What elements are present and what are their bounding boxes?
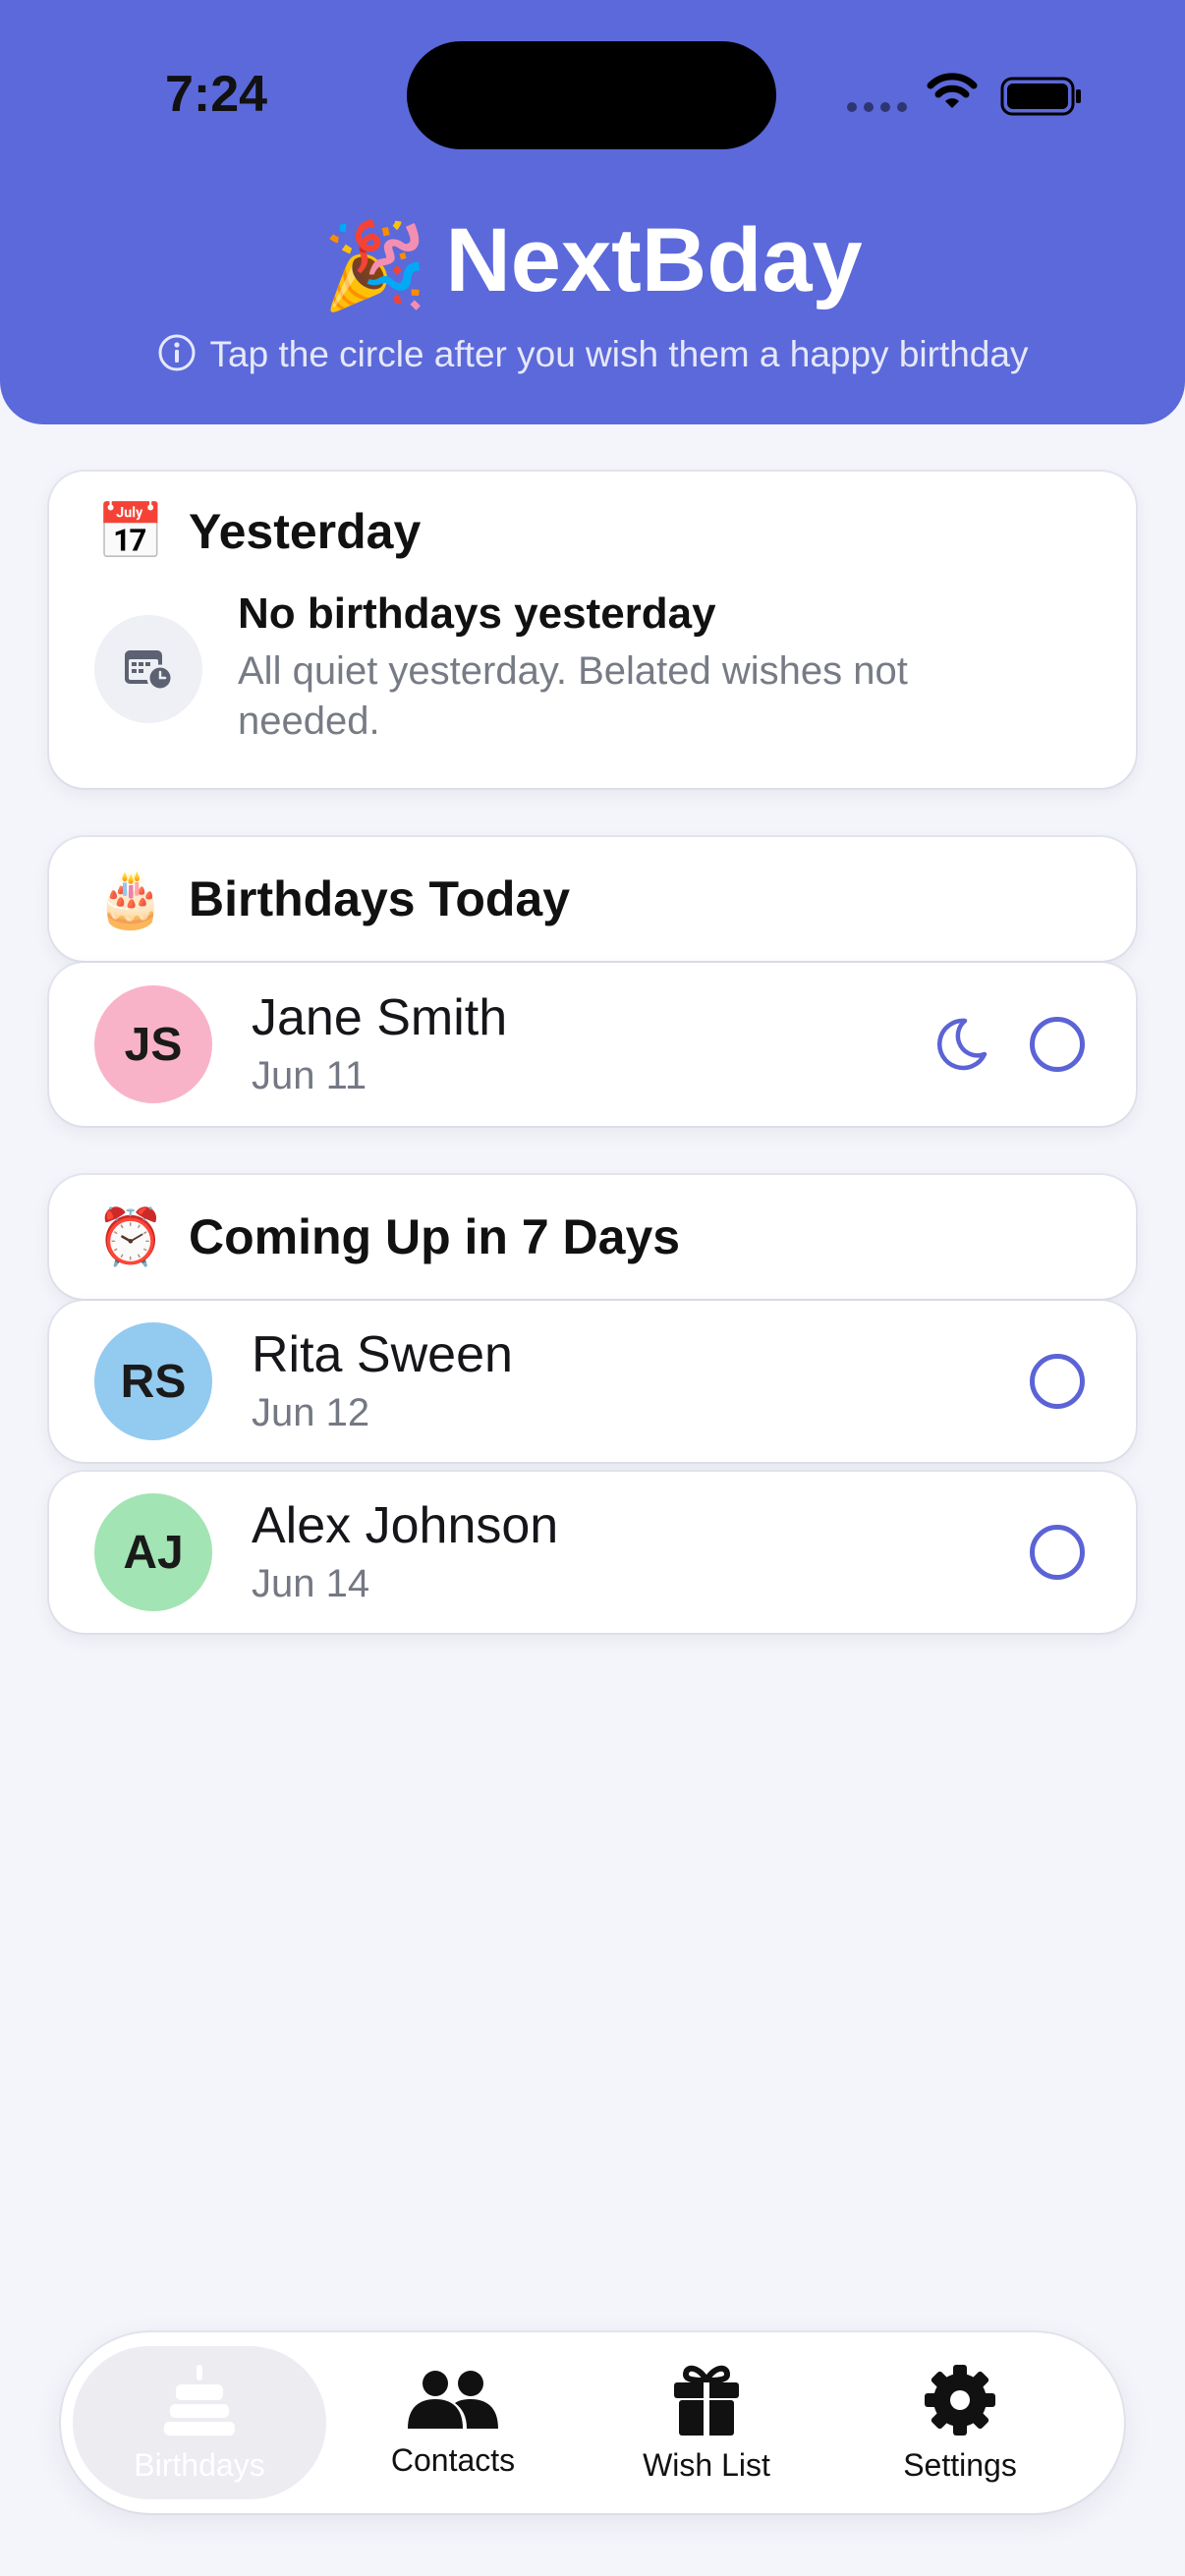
section-title: Yesterday [189, 504, 422, 559]
wished-checkbox[interactable] [1030, 1017, 1085, 1072]
yesterday-section-header: 📅 Yesterday [96, 499, 421, 564]
person-name: Rita Sween [252, 1326, 513, 1383]
moon-icon[interactable] [931, 1015, 990, 1074]
avatar: JS [94, 985, 212, 1103]
tab-label: Settings [903, 2446, 1017, 2483]
avatar-initials: RS [120, 1355, 187, 1408]
signal-dots-icon [847, 102, 908, 112]
tab-label: Contacts [390, 2441, 516, 2478]
upcoming-section-header: ⏰ Coming Up in 7 Days [49, 1175, 1136, 1299]
battery-icon [1000, 77, 1081, 116]
status-time: 7:24 [165, 66, 268, 123]
wished-checkbox[interactable] [1030, 1525, 1085, 1580]
tab-label: Wish List [643, 2446, 770, 2483]
tab-wish-list[interactable]: Wish List [580, 2346, 833, 2499]
birthday-cake-icon: 🎂 [96, 868, 165, 929]
person-birthday-date: Jun 11 [252, 1054, 367, 1097]
wifi-icon [927, 73, 978, 108]
alarm-clock-icon: ⏰ [96, 1205, 165, 1267]
app-header: 7:24 🎉 NextBday Tap the circle after you … [0, 0, 1185, 424]
people-icon [408, 2370, 498, 2429]
tab-settings[interactable]: Settings [833, 2346, 1087, 2499]
person-name: Jane Smith [252, 989, 508, 1046]
avatar: RS [94, 1322, 212, 1440]
person-name: Alex Johnson [252, 1497, 559, 1554]
section-title: Coming Up in 7 Days [189, 1209, 681, 1264]
status-indicators [847, 73, 1083, 122]
subtitle-text: Tap the circle after you wish them a hap… [209, 334, 1029, 374]
section-title: Birthdays Today [189, 871, 571, 926]
avatar-initials: JS [124, 1018, 183, 1071]
cake-icon [164, 2364, 235, 2436]
avatar-initials: AJ [123, 1526, 184, 1579]
person-row[interactable]: JS Jane Smith Jun 11 [49, 963, 1136, 1126]
gift-icon [674, 2365, 739, 2436]
calendar-clock-icon [125, 650, 174, 692]
avatar: AJ [94, 1493, 212, 1611]
calendar-icon: 📅 [96, 500, 165, 562]
tab-bar: Birthdays Contacts Wish List Settings [61, 2332, 1124, 2513]
yesterday-card: 📅 Yesterday No birthdays yesterday All q… [49, 472, 1136, 788]
header-subtitle: Tap the circle after you wish them a hap… [0, 330, 1185, 379]
tab-label: Birthdays [134, 2446, 265, 2483]
person-row[interactable]: RS Rita Sween Jun 12 [49, 1301, 1136, 1462]
person-row[interactable]: AJ Alex Johnson Jun 14 [49, 1472, 1136, 1633]
empty-state-description: All quiet yesterday. Belated wishes not … [238, 649, 908, 743]
today-section-header: 🎂 Birthdays Today [49, 837, 1136, 961]
app-title: 🎉 NextBday [0, 206, 1185, 320]
wished-checkbox[interactable] [1030, 1354, 1085, 1409]
tab-birthdays[interactable]: Birthdays [73, 2346, 326, 2499]
tab-contacts[interactable]: Contacts [326, 2346, 580, 2499]
dynamic-island [407, 41, 776, 149]
party-popper-icon: 🎉 [322, 219, 428, 313]
info-icon [158, 334, 196, 371]
person-birthday-date: Jun 14 [252, 1562, 370, 1605]
person-birthday-date: Jun 12 [252, 1391, 370, 1434]
app-title-text: NextBday [445, 210, 863, 310]
gear-icon [925, 2364, 995, 2436]
empty-state-title: No birthdays yesterday [238, 589, 716, 638]
empty-state-icon-badge [94, 615, 202, 723]
